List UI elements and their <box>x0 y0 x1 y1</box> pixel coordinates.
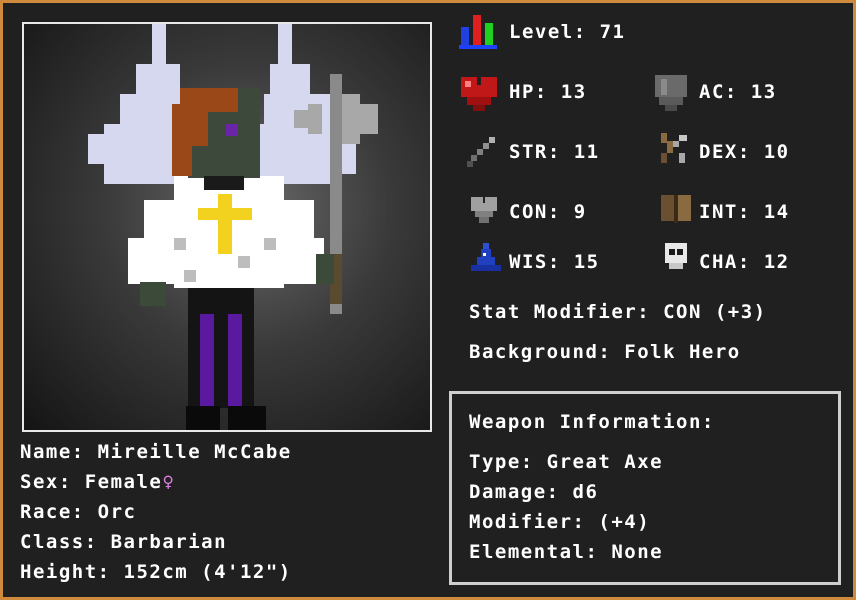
ac-label: AC: <box>699 81 738 103</box>
weapon-damage-value: d6 <box>572 481 599 503</box>
int-row: INT: 14 <box>699 200 790 224</box>
height-row: Height: 152cm (4'12") <box>20 560 292 584</box>
hp-row: HP: 13 <box>509 80 587 104</box>
wizard-hat-icon <box>471 243 501 271</box>
dex-label: DEX: <box>699 141 751 163</box>
weapon-elemental-row: Elemental: None <box>469 540 663 564</box>
int-value: 14 <box>763 201 790 223</box>
str-label: STR: <box>509 141 561 163</box>
character-sheet: Name: Mireille McCabe Sex: Female♀ Race:… <box>0 0 856 600</box>
weapon-type-value: Great Axe <box>546 451 664 473</box>
background-label: Background: <box>469 341 612 363</box>
class-row: Class: Barbarian <box>20 530 227 554</box>
stat-modifier-label: Stat Modifier: <box>469 301 651 323</box>
weapon-type-row: Type: Great Axe <box>469 450 663 474</box>
class-value: Barbarian <box>110 531 228 553</box>
stat-modifier-row: Stat Modifier: CON (+3) <box>469 300 767 324</box>
female-symbol-icon: ♀ <box>162 471 176 493</box>
weapon-modifier-value: (+4) <box>598 511 651 533</box>
height-value: 152cm (4'12") <box>123 561 292 583</box>
cha-label: CHA: <box>699 251 751 273</box>
race-value: Orc <box>97 501 137 523</box>
name-value: Mireille McCabe <box>97 441 292 463</box>
name-row: Name: Mireille McCabe <box>20 440 292 464</box>
wis-row: WIS: 15 <box>509 250 600 274</box>
level-label: Level: <box>509 21 587 43</box>
heart-icon <box>461 77 497 111</box>
cha-value: 12 <box>763 251 790 273</box>
int-label: INT: <box>699 201 751 223</box>
grey-heart-icon <box>471 197 497 223</box>
background-value: Folk Hero <box>624 341 741 363</box>
race-row: Race: Orc <box>20 500 136 524</box>
str-value: 11 <box>573 141 600 163</box>
hp-label: HP: <box>509 81 548 103</box>
book-icon <box>661 195 691 223</box>
height-label: Height: <box>20 561 111 583</box>
con-value: 9 <box>573 201 587 223</box>
weapon-elemental-value: None <box>611 541 664 563</box>
character-portrait <box>22 22 432 432</box>
background-row: Background: Folk Hero <box>469 340 741 364</box>
name-label: Name: <box>20 441 85 463</box>
con-label: CON: <box>509 201 561 223</box>
weapon-type-label: Type: <box>469 451 534 473</box>
str-row: STR: 11 <box>509 140 600 164</box>
sex-value: Female <box>84 471 163 493</box>
weapon-damage-row: Damage: d6 <box>469 480 598 504</box>
sex-row: Sex: Female♀ <box>20 470 175 494</box>
con-row: CON: 9 <box>509 200 587 224</box>
level-value: 71 <box>599 21 626 43</box>
weapon-modifier-row: Modifier: (+4) <box>469 510 650 534</box>
ac-row: AC: 13 <box>699 80 777 104</box>
weapon-modifier-label: Modifier: <box>469 511 586 533</box>
wis-value: 15 <box>573 251 600 273</box>
class-label: Class: <box>20 531 98 553</box>
dex-value: 10 <box>763 141 790 163</box>
skull-mask-icon <box>665 243 687 269</box>
weapon-elemental-label: Elemental: <box>469 541 599 563</box>
cha-row: CHA: 12 <box>699 250 790 274</box>
sex-label: Sex: <box>20 471 72 493</box>
sword-icon <box>467 137 495 167</box>
race-label: Race: <box>20 501 85 523</box>
dex-row: DEX: 10 <box>699 140 790 164</box>
ac-value: 13 <box>750 81 777 103</box>
level-bars-icon <box>459 15 497 49</box>
hp-value: 13 <box>560 81 587 103</box>
weapon-title: Weapon Information: <box>469 411 715 433</box>
shield-icon <box>655 75 687 111</box>
weapon-damage-label: Damage: <box>469 481 560 503</box>
wis-label: WIS: <box>509 251 561 273</box>
stat-modifier-value: CON (+3) <box>663 301 767 323</box>
level-row: Level: 71 <box>509 20 625 44</box>
bow-icon <box>661 133 687 163</box>
